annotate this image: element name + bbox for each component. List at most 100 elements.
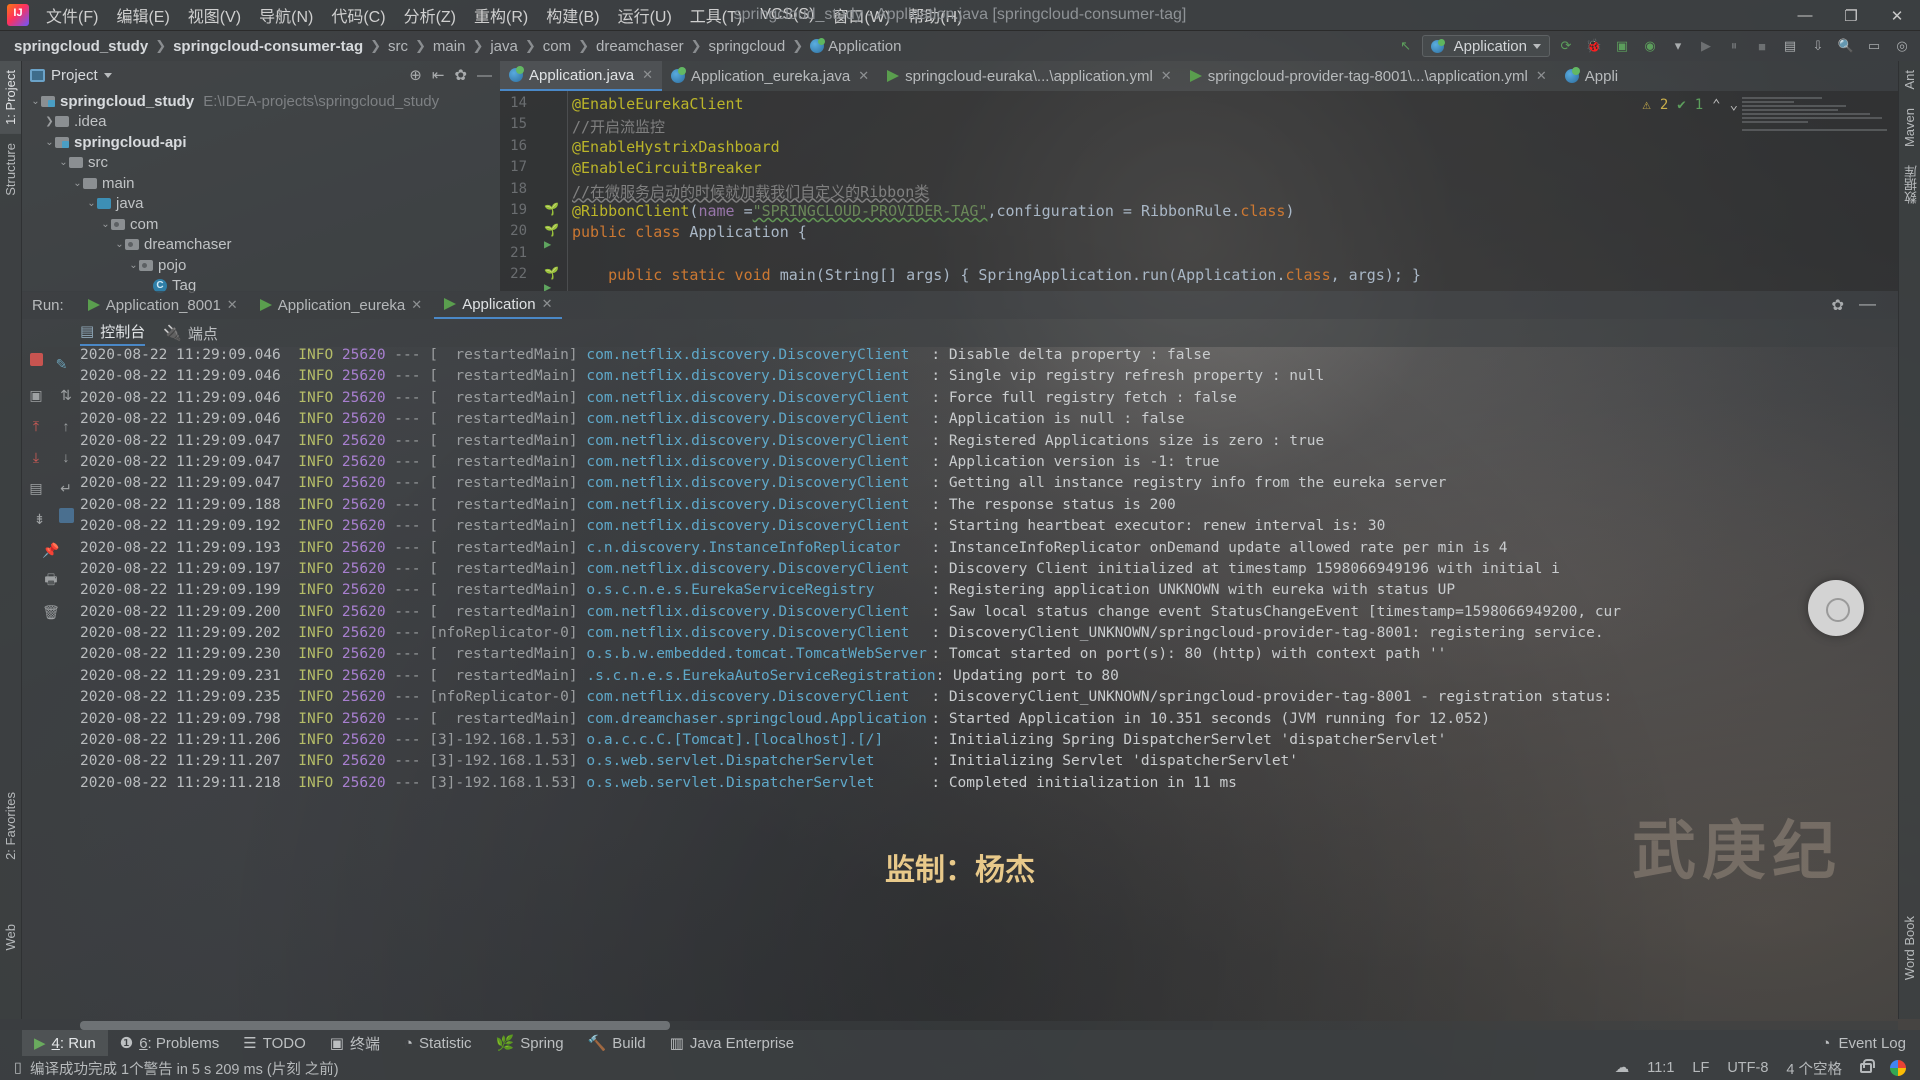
- tree-node[interactable]: ⌄ com: [22, 214, 500, 235]
- search-icon[interactable]: 🔍: [1834, 34, 1858, 58]
- close-icon[interactable]: ✕: [1161, 68, 1172, 84]
- tree-node[interactable]: ⌄ springcloud_study E:\IDEA-projects\sprin…: [22, 91, 500, 112]
- prev-problem-icon[interactable]: ⌃: [1712, 97, 1720, 113]
- tree-node[interactable]: ⌄ springcloud-api: [22, 132, 500, 153]
- close-icon[interactable]: ✕: [858, 68, 869, 84]
- chevron-down-icon[interactable]: [103, 72, 112, 78]
- code-line[interactable]: @EnableHystrixDashboard: [572, 138, 780, 156]
- import-icon[interactable]: ⤓: [25, 446, 47, 468]
- breadcrumb-item-module[interactable]: springcloud-consumer-tag: [173, 38, 363, 55]
- vcs-update-icon[interactable]: ⇩: [1806, 34, 1830, 58]
- breadcrumb-item-application[interactable]: Application: [810, 38, 902, 55]
- coverage-icon[interactable]: ▣: [1610, 34, 1634, 58]
- pin-icon[interactable]: 📌: [40, 539, 62, 561]
- code-line[interactable]: @RibbonClient(name ="SPRINGCLOUD-PROVIDE…: [572, 202, 1295, 220]
- indent-setting[interactable]: 4 个空格: [1786, 1058, 1842, 1079]
- menu-item-help[interactable]: 帮助(H): [899, 0, 971, 32]
- inspection-widget[interactable]: ⚠ 2 ✔ 1 ⌃ ⌄: [1642, 97, 1738, 113]
- scroll-to-end-icon[interactable]: [58, 508, 74, 523]
- run-tab[interactable]: Application ✕: [434, 291, 563, 319]
- breadcrumb-item-com[interactable]: com: [543, 38, 571, 55]
- run-icon[interactable]: ▶: [1694, 34, 1718, 58]
- cloud-settings-icon[interactable]: ☁: [1615, 1060, 1630, 1076]
- chevron-down-icon[interactable]: ⌄: [72, 178, 83, 189]
- scroll-end-icon[interactable]: ⇟: [29, 508, 51, 530]
- unlocked-icon[interactable]: [1860, 1059, 1875, 1073]
- settings-icon[interactable]: ✿: [454, 66, 467, 84]
- bottom-tab-statistic[interactable]: ◔ Statistic: [392, 1030, 484, 1056]
- layout-icon[interactable]: ▤: [25, 477, 47, 499]
- breadcrumb-item-springcloud[interactable]: springcloud: [708, 38, 785, 55]
- sidebar-item-ant[interactable]: Ant: [1899, 61, 1920, 99]
- debug-icon[interactable]: 🐞: [1582, 34, 1606, 58]
- editor-tab[interactable]: Application_eureka.java ✕: [662, 61, 878, 91]
- console-horizontal-scrollbar[interactable]: [80, 1021, 1898, 1030]
- code-line[interactable]: //在微服务启动的时候就加载我们自定义的Ribbon类: [572, 181, 929, 202]
- code-line[interactable]: @EnableCircuitBreaker: [572, 159, 762, 177]
- run-configuration-selector[interactable]: Application: [1421, 35, 1550, 57]
- editor-tab[interactable]: springcloud-euraka\...\application.yml ✕: [878, 61, 1181, 91]
- close-icon[interactable]: ✕: [542, 296, 553, 312]
- menu-item-code[interactable]: 代码(C): [322, 0, 394, 32]
- chevron-down-icon[interactable]: ⌄: [44, 137, 55, 148]
- edit-icon[interactable]: ✎: [51, 353, 73, 375]
- editor-minimap[interactable]: [1742, 95, 1892, 165]
- stop-icon[interactable]: [29, 353, 43, 366]
- tree-node[interactable]: ❯ .idea: [22, 112, 500, 133]
- breadcrumb-item-main[interactable]: main: [433, 38, 466, 55]
- menu-item-vcs[interactable]: VCS(S): [751, 1, 823, 29]
- menu-item-edit[interactable]: 编辑(E): [107, 0, 178, 32]
- bottom-tab-spring[interactable]: 🌿 Spring: [484, 1030, 576, 1056]
- chevron-down-icon[interactable]: ⌄: [114, 239, 125, 250]
- back-arrow-icon[interactable]: ↖: [1394, 34, 1418, 58]
- hide-icon[interactable]: —: [477, 67, 492, 84]
- tree-node[interactable]: ⌄ java: [22, 194, 500, 215]
- sidebar-item-favorites[interactable]: 2: Favorites: [0, 783, 21, 869]
- tree-node[interactable]: ⌄ dreamchaser: [22, 235, 500, 256]
- bottom-tab-4-run[interactable]: ▶ 4: Run: [22, 1030, 108, 1056]
- code-line[interactable]: public static void main(String[] args) {…: [572, 266, 1421, 284]
- code-line[interactable]: public class Application {: [572, 223, 807, 241]
- bottom-tab-java-enterprise[interactable]: ▥ Java Enterprise: [658, 1030, 806, 1056]
- breadcrumb-item-src[interactable]: src: [388, 38, 408, 55]
- print-icon[interactable]: 🖶: [40, 570, 62, 592]
- editor-tab[interactable]: Application.java ✕: [500, 61, 662, 91]
- locate-icon[interactable]: ⊕: [409, 66, 422, 84]
- sidebar-item-maven[interactable]: Maven: [1899, 99, 1920, 156]
- close-icon[interactable]: ✕: [642, 67, 653, 83]
- sidebar-item-database[interactable]: 数据库: [1899, 156, 1920, 213]
- sort-icon[interactable]: ⇅: [55, 384, 77, 406]
- menu-item-view[interactable]: 视图(V): [179, 0, 250, 32]
- breadcrumb-item-project[interactable]: springcloud_study: [14, 38, 148, 55]
- gear-icon[interactable]: ✿: [1831, 296, 1844, 314]
- sidebar-item-web[interactable]: Web: [0, 915, 21, 960]
- run-tab[interactable]: Application_eureka ✕: [250, 291, 433, 319]
- maximize-window-button[interactable]: ❐: [1828, 0, 1874, 31]
- tree-node[interactable]: ⌄ main: [22, 173, 500, 194]
- breadcrumb-item-java[interactable]: java: [490, 38, 518, 55]
- bottom-tab-todo[interactable]: ☰ TODO: [231, 1030, 318, 1056]
- code-line[interactable]: @EnableEurekaClient: [572, 95, 744, 113]
- chevron-down-icon[interactable]: ⌄: [58, 157, 69, 168]
- close-window-button[interactable]: ✕: [1874, 0, 1920, 31]
- close-icon[interactable]: ✕: [1536, 68, 1547, 84]
- line-separator[interactable]: LF: [1692, 1060, 1709, 1076]
- next-problem-icon[interactable]: ⌄: [1730, 97, 1738, 113]
- bottom-tab-build[interactable]: 🔨 Build: [576, 1030, 658, 1056]
- pause-icon[interactable]: ⏸: [1722, 34, 1746, 58]
- console-output[interactable]: 2020-08-22 11:29:09.046 INFO 25620 --- […: [80, 347, 1898, 1019]
- close-icon[interactable]: ✕: [411, 297, 422, 313]
- camera-icon[interactable]: ▣: [25, 384, 47, 406]
- caret-position[interactable]: 11:1: [1647, 1060, 1674, 1076]
- scrollbar-thumb[interactable]: [80, 1021, 670, 1030]
- collapse-all-icon[interactable]: ⇤: [432, 66, 445, 84]
- chevron-down-icon[interactable]: ▾: [1666, 34, 1690, 58]
- bottom-tab--[interactable]: ▣ 终端: [318, 1030, 392, 1056]
- rerun-icon[interactable]: ⟳: [1554, 34, 1578, 58]
- stop-icon[interactable]: ■: [1750, 34, 1774, 58]
- editor-tab[interactable]: springcloud-provider-tag-8001\...\applic…: [1181, 61, 1556, 91]
- settings-icon[interactable]: ▭: [1862, 34, 1886, 58]
- menu-item-analyze[interactable]: 分析(Z): [395, 0, 465, 32]
- floating-circle-badge[interactable]: [1808, 580, 1864, 636]
- menu-item-refactor[interactable]: 重构(R): [465, 0, 537, 32]
